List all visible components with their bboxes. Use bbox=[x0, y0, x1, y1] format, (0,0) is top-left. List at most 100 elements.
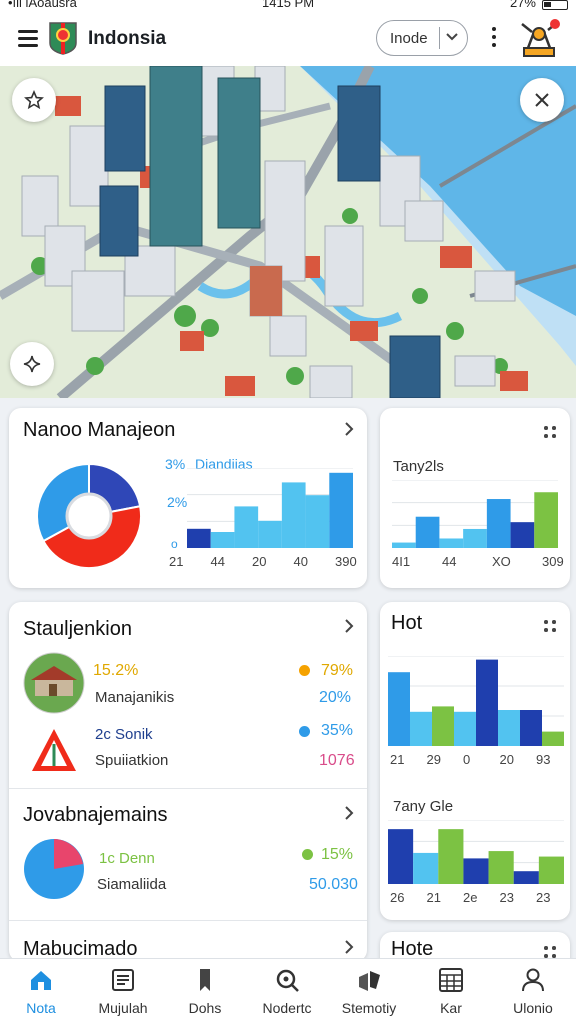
clock: 1415 PM bbox=[262, 0, 315, 10]
home-icon bbox=[31, 971, 51, 990]
close-map-button[interactable] bbox=[520, 78, 564, 122]
farmhouse-thumbnail bbox=[23, 652, 85, 714]
divider bbox=[9, 920, 367, 921]
bar bbox=[463, 528, 487, 548]
bar bbox=[432, 706, 454, 746]
bar-chart-tany bbox=[392, 480, 558, 548]
tick-label: 309 bbox=[542, 554, 564, 569]
bar bbox=[476, 659, 498, 746]
more-vert-icon[interactable] bbox=[490, 27, 498, 51]
nanoo-card[interactable]: Nanoo Manajeon 3% Diandiias 2% o 21 44 20 4… bbox=[9, 408, 367, 588]
stats-card[interactable]: Stauljenkion 15.2% Manajanikis 79% 20% 2… bbox=[9, 602, 367, 962]
bar bbox=[463, 858, 489, 884]
chevron-right-icon[interactable] bbox=[343, 940, 355, 954]
stat-2-right-name: 1076 bbox=[319, 752, 355, 769]
search-location-icon bbox=[276, 969, 299, 992]
bar-chart-nanoo bbox=[187, 468, 353, 548]
jovab-value-1: 1c Denn bbox=[99, 850, 155, 867]
nav-label: Dohs bbox=[188, 1000, 222, 1016]
builder-icon[interactable] bbox=[518, 18, 562, 60]
more-grid-icon[interactable] bbox=[544, 946, 556, 958]
battery-icon bbox=[542, 0, 568, 10]
nav-item-mujulah[interactable]: Mujulah bbox=[82, 959, 164, 1024]
bar bbox=[520, 710, 542, 746]
close-icon bbox=[535, 93, 549, 107]
app-title: Indonsia bbox=[88, 28, 167, 49]
more-grid-icon[interactable] bbox=[544, 426, 556, 438]
tany-card[interactable]: Tany2ls 4I1 44 XO 309 bbox=[380, 408, 570, 588]
carrier-signal: •ıll lAoausra bbox=[8, 0, 77, 10]
hot-card[interactable]: Hot 21 29 0 20 93 7any Gle 26 21 2e 23 23 bbox=[380, 602, 570, 920]
nav-label: Nota bbox=[26, 1000, 56, 1016]
tick-label: 21 bbox=[390, 752, 405, 767]
sparkle-button[interactable] bbox=[10, 342, 54, 386]
blue-dot-icon bbox=[299, 726, 310, 737]
bar bbox=[510, 522, 535, 548]
bar bbox=[410, 711, 432, 746]
chevron-right-icon[interactable] bbox=[343, 422, 355, 436]
jovab-value-2: 50.030 bbox=[309, 876, 358, 893]
bar bbox=[413, 852, 439, 884]
divider bbox=[9, 788, 367, 789]
chevron-right-icon[interactable] bbox=[343, 619, 355, 633]
bar-chart-hot bbox=[388, 656, 564, 746]
battery-percent: 27% bbox=[509, 0, 536, 10]
mode-selector[interactable]: Inode bbox=[376, 20, 468, 56]
sparkle-icon bbox=[23, 355, 41, 373]
stat-1-left-value: 15.2% bbox=[93, 662, 139, 679]
nav-item-dohs[interactable]: Dohs bbox=[164, 959, 246, 1024]
chevron-right-icon[interactable] bbox=[343, 806, 355, 820]
small-pie-chart bbox=[24, 839, 84, 899]
bar bbox=[392, 542, 416, 548]
bar bbox=[187, 528, 211, 548]
favorite-button[interactable] bbox=[12, 78, 56, 122]
nav-item-ulonio[interactable]: Ulonio bbox=[492, 959, 574, 1024]
nav-item-stemotiy[interactable]: Stemotiy bbox=[328, 959, 410, 1024]
green-dot-icon bbox=[302, 849, 313, 860]
flag-logo bbox=[49, 22, 77, 55]
legend-pct-1: 3% bbox=[165, 456, 186, 472]
bar bbox=[210, 532, 235, 548]
bar bbox=[388, 672, 410, 746]
bar-chart-tanygle bbox=[388, 820, 564, 884]
nav-item-nota[interactable]: Nota bbox=[0, 959, 82, 1024]
document-icon bbox=[112, 969, 134, 991]
city-map[interactable] bbox=[0, 66, 576, 398]
nav-item-nodertc[interactable]: Nodertc bbox=[246, 959, 328, 1024]
tick-label: 0 bbox=[463, 752, 471, 767]
more-grid-icon[interactable] bbox=[544, 620, 556, 632]
tanygle-label: 7any Gle bbox=[393, 798, 454, 815]
star-icon bbox=[24, 90, 44, 110]
stat-1-left-name: Manajanikis bbox=[95, 689, 175, 706]
stat-2-right-value: 35% bbox=[321, 722, 354, 739]
tick-label: 20 bbox=[252, 554, 267, 569]
cubes-icon bbox=[359, 971, 380, 991]
warning-triangle-icon bbox=[32, 729, 76, 771]
nav-label: Ulonio bbox=[513, 1000, 553, 1016]
tick-label: 23 bbox=[499, 890, 514, 905]
hot-title: Hot bbox=[391, 612, 423, 634]
tick-label: 20 bbox=[499, 752, 514, 767]
bar bbox=[538, 856, 564, 884]
bar bbox=[534, 492, 558, 548]
chevron-down-icon bbox=[446, 33, 458, 41]
stauljenkion-title: Stauljenkion bbox=[23, 618, 132, 640]
bar bbox=[486, 499, 511, 548]
bar bbox=[305, 495, 330, 548]
jovab-label-1: Siamaliida bbox=[97, 876, 167, 893]
menu-icon[interactable] bbox=[18, 30, 38, 47]
pie-hole bbox=[65, 492, 113, 540]
bar bbox=[488, 851, 514, 884]
stat-1-right-value: 79% bbox=[321, 662, 354, 679]
nav-label: Kar bbox=[440, 1000, 462, 1016]
axis-zero: o bbox=[171, 537, 178, 551]
bar bbox=[513, 871, 539, 884]
tick-label: 29 bbox=[426, 752, 441, 767]
nav-label: Nodertc bbox=[262, 1000, 312, 1016]
nav-item-kar[interactable]: Kar bbox=[410, 959, 492, 1024]
app-header: Indonsia Inode bbox=[0, 12, 576, 66]
status-bar: •ıll lAoausra 1415 PM 27% bbox=[0, 0, 576, 12]
tick-label: 21 bbox=[169, 554, 184, 569]
stat-2-left-value: 2c Sonik bbox=[95, 726, 153, 743]
bar bbox=[258, 520, 282, 548]
